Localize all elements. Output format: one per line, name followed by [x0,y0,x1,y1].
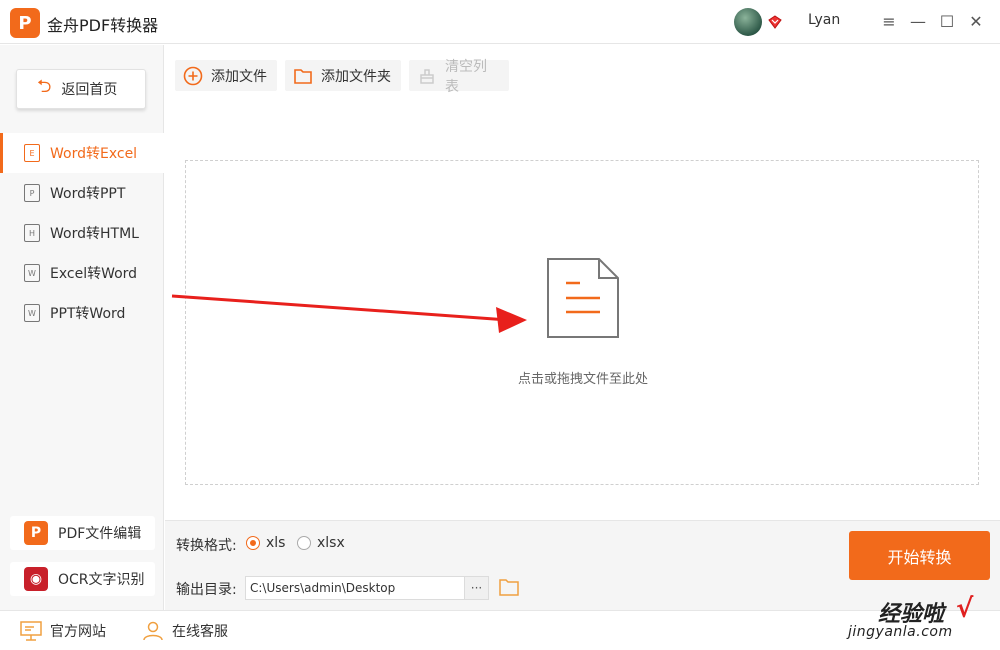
add-file-label: 添加文件 [211,68,267,85]
browse-button[interactable]: ··· [465,576,489,600]
word-doc-icon: W [24,264,40,282]
format-xlsx-label: xlsx [317,535,345,551]
sidebar-item-label: Word转HTML [50,226,139,242]
excel-doc-icon: E [24,144,40,162]
close-icon[interactable]: ✕ [967,12,985,31]
sidebar: ⮌ 返回首页 E Word转Excel P Word转PPT H Word转HT… [0,45,164,610]
user-support-icon [143,621,163,641]
radio-dot [246,536,260,550]
folder-icon [293,66,313,86]
sidebar-item-ppt-to-word[interactable]: W PPT转Word [0,293,164,333]
app-logo-icon: P [10,8,40,38]
output-path-field[interactable]: C:\Users\admin\Desktop [245,576,465,600]
ocr-button[interactable]: ◉ OCR文字识别 [10,562,155,596]
clear-broom-icon [417,66,437,86]
html-doc-icon: H [24,224,40,242]
format-xls-label: xls [266,535,286,551]
sidebar-item-excel-to-word[interactable]: W Excel转Word [0,253,164,293]
add-folder-label: 添加文件夹 [321,68,391,85]
file-drop-zone[interactable]: 点击或拖拽文件至此处 [185,160,979,485]
add-file-button[interactable]: 添加文件 [175,60,277,91]
sidebar-item-label: Excel转Word [50,266,138,282]
website-label: 官方网站 [50,624,106,640]
watermark-url: jingyanla.com [848,624,953,640]
ocr-eye-icon: ◉ [24,567,48,591]
official-website-link[interactable]: 官方网站 [20,621,106,641]
sidebar-item-word-to-html[interactable]: H Word转HTML [0,213,164,253]
ocr-label: OCR文字识别 [58,572,145,588]
back-arrow-icon: ⮌ [37,76,52,97]
start-convert-button[interactable]: 开始转换 [849,531,990,580]
back-home-button[interactable]: ⮌ 返回首页 [16,69,146,109]
app-title: 金舟PDF转换器 [47,16,159,35]
menu-icon[interactable]: ≡ [880,12,898,31]
monitor-icon [20,621,42,641]
pdf-edit-icon: P [24,521,48,545]
sidebar-item-word-to-excel[interactable]: E Word转Excel [0,133,164,173]
word-doc-icon: W [24,304,40,322]
sidebar-item-word-to-ppt[interactable]: P Word转PPT [0,173,164,213]
avatar[interactable] [734,8,762,36]
support-label: 在线客服 [172,624,228,640]
sidebar-item-label: Word转Excel [50,146,138,162]
format-xlsx-radio[interactable]: xlsx [297,535,345,551]
open-folder-icon[interactable] [499,578,519,596]
watermark: 经验啦 √ jingyanla.com [848,594,996,646]
output-label: 输出目录: [176,582,237,598]
add-folder-button[interactable]: 添加文件夹 [285,60,401,91]
radio-dot [297,536,311,550]
format-xls-radio[interactable]: xls [246,535,285,551]
ppt-doc-icon: P [24,184,40,202]
maximize-icon[interactable]: ☐ [938,12,956,31]
minimize-icon[interactable]: — [909,12,927,31]
back-home-label: 返回首页 [61,82,118,98]
vip-badge-icon [768,15,782,29]
sidebar-item-label: Word转PPT [50,186,126,202]
clear-list-label: 清空列表 [445,58,487,95]
conversion-nav: E Word转Excel P Word转PPT H Word转HTML W Ex… [0,133,164,333]
document-icon [547,258,619,338]
watermark-check-icon: √ [956,594,974,624]
format-label: 转换格式: [176,538,237,554]
title-bar: P 金舟PDF转换器 Lyan ≡ — ☐ ✕ [0,0,1000,44]
pdf-edit-button[interactable]: P PDF文件编辑 [10,516,155,550]
plus-circle-icon [183,66,203,86]
pdf-edit-label: PDF文件编辑 [58,526,142,542]
app-logo-letter: P [18,12,32,34]
clear-list-button[interactable]: 清空列表 [409,59,509,95]
online-support-link[interactable]: 在线客服 [142,621,228,641]
drop-hint: 点击或拖拽文件至此处 [517,372,648,387]
sidebar-item-label: PPT转Word [50,306,126,322]
username[interactable]: Lyan [808,12,840,28]
